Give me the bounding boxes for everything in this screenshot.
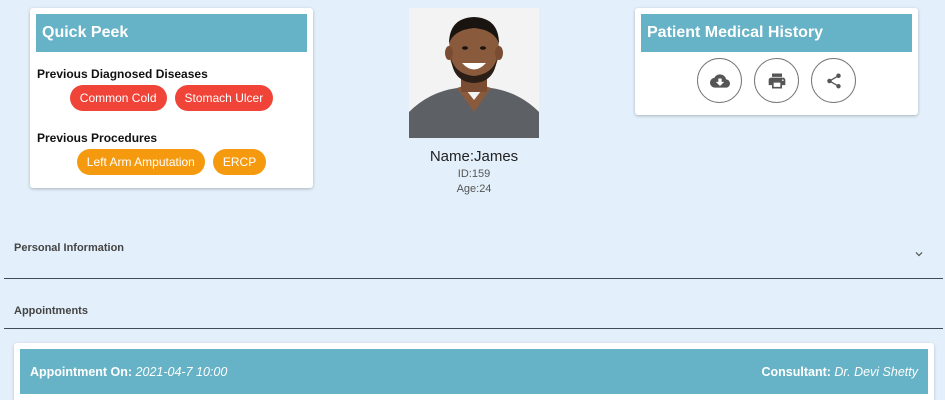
appointment-consultant: Consultant: Dr. Devi Shetty bbox=[761, 365, 918, 379]
patient-avatar bbox=[409, 8, 539, 138]
print-button[interactable] bbox=[754, 58, 799, 103]
disease-chip[interactable]: Common Cold bbox=[69, 85, 167, 111]
appointment-on-label: Appointment On: bbox=[30, 364, 136, 379]
diseases-title: Previous Diagnosed Diseases bbox=[37, 67, 208, 81]
patient-name: Name:James bbox=[429, 148, 519, 165]
chevron-down-icon[interactable] bbox=[912, 247, 926, 261]
consultant-value: Dr. Devi Shetty bbox=[834, 364, 918, 379]
consultant-label: Consultant: bbox=[761, 364, 835, 379]
cloud-download-icon bbox=[709, 73, 730, 88]
medical-history-card: Patient Medical History bbox=[635, 8, 918, 115]
appointment-card: Appointment On: 2021-04-7 10:00 Consulta… bbox=[14, 343, 934, 400]
download-button[interactable] bbox=[697, 58, 742, 103]
quick-peek-card: Quick Peek Previous Diagnosed Diseases C… bbox=[30, 8, 313, 188]
print-icon bbox=[768, 73, 785, 88]
patient-page: Quick Peek Previous Diagnosed Diseases C… bbox=[0, 0, 945, 400]
quick-peek-title: Quick Peek bbox=[36, 14, 307, 52]
procedure-chip[interactable]: ERCP bbox=[212, 149, 267, 175]
patient-age: Age:24 bbox=[456, 183, 492, 195]
appointment-header[interactable]: Appointment On: 2021-04-7 10:00 Consulta… bbox=[20, 349, 928, 394]
disease-chip[interactable]: Stomach Ulcer bbox=[174, 85, 274, 111]
history-actions bbox=[635, 58, 918, 103]
patient-id: ID:159 bbox=[457, 168, 491, 180]
divider bbox=[4, 328, 943, 329]
personal-information-header[interactable]: Personal Information bbox=[14, 242, 124, 254]
divider bbox=[4, 278, 943, 279]
share-button[interactable] bbox=[811, 58, 856, 103]
appointments-header[interactable]: Appointments bbox=[14, 305, 88, 317]
procedure-chips: Left Arm Amputation ERCP bbox=[30, 149, 313, 175]
appointment-on-value: 2021-04-7 10:00 bbox=[135, 364, 228, 379]
medical-history-title: Patient Medical History bbox=[641, 14, 912, 52]
appointment-date: Appointment On: 2021-04-7 10:00 bbox=[30, 365, 227, 379]
procedures-title: Previous Procedures bbox=[37, 131, 158, 145]
share-icon bbox=[826, 73, 841, 88]
disease-chips: Common Cold Stomach Ulcer bbox=[30, 85, 313, 111]
procedure-chip[interactable]: Left Arm Amputation bbox=[76, 149, 205, 175]
